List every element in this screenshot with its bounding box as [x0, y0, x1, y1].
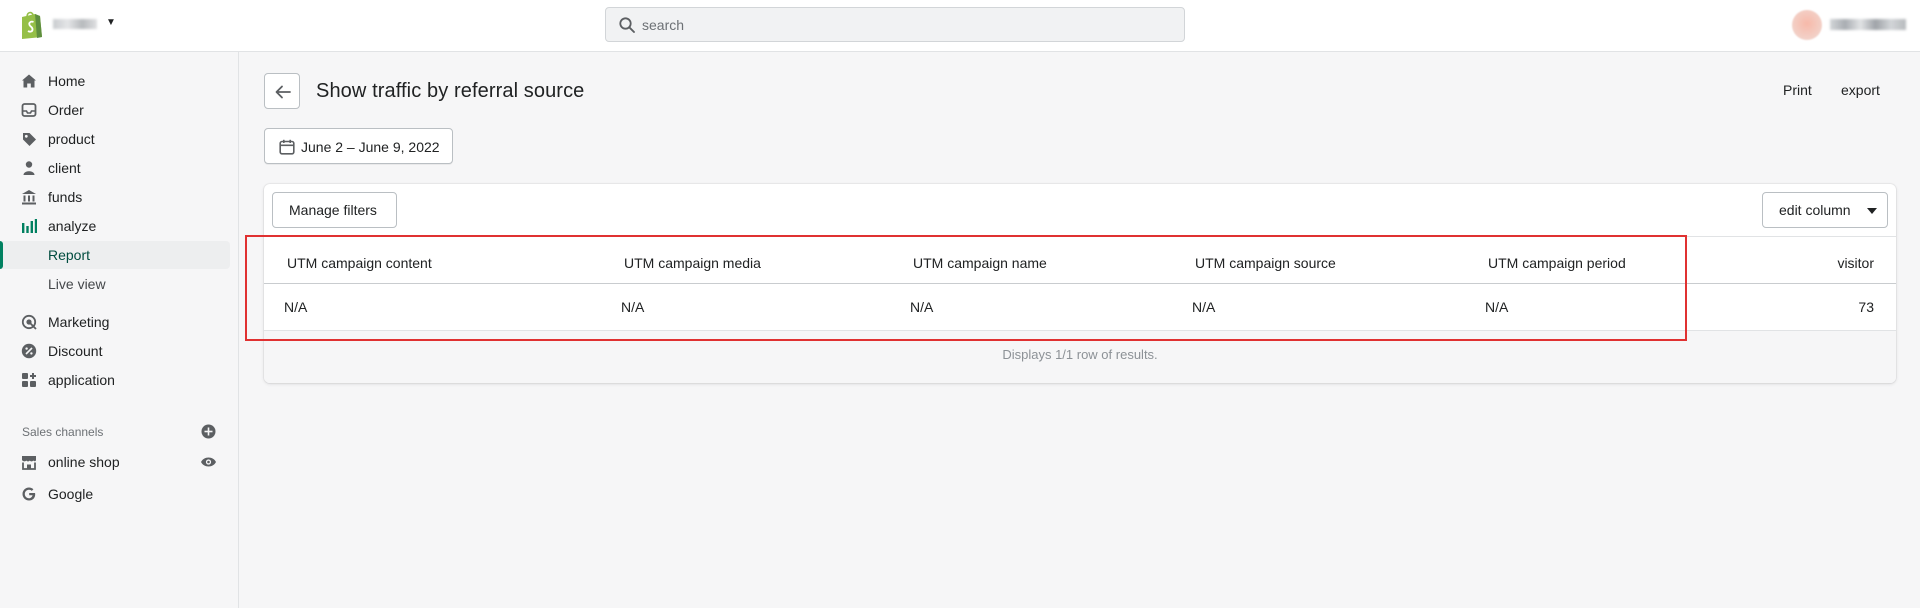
divider	[264, 283, 1896, 284]
bar-chart-icon	[22, 219, 37, 233]
column-header-utm-name[interactable]: UTM campaign name	[913, 255, 1047, 271]
date-range-label: June 2 – June 9, 2022	[301, 139, 440, 155]
google-icon	[22, 487, 36, 501]
table-cell: N/A	[910, 299, 934, 315]
add-channel-icon[interactable]	[201, 424, 216, 439]
table-cell: N/A	[1192, 299, 1216, 315]
sales-channels-title: Sales channels	[22, 425, 104, 439]
top-bar: ▼ search	[0, 0, 1920, 52]
user-name[interactable]	[1830, 19, 1906, 30]
avatar[interactable]	[1792, 10, 1822, 40]
table-cell: N/A	[1485, 299, 1509, 315]
sidebar-item-label: Report	[48, 247, 91, 263]
export-button[interactable]: export	[1841, 82, 1880, 98]
sidebar-item-home[interactable]: Home	[0, 67, 239, 95]
sidebar-item-label: Marketing	[48, 314, 110, 330]
inbox-icon	[21, 103, 37, 117]
sidebar-item-order[interactable]: Order	[0, 96, 239, 124]
tag-icon	[23, 133, 36, 146]
store-dropdown-icon[interactable]: ▼	[106, 17, 116, 28]
search-input[interactable]: search	[605, 7, 1185, 42]
sidebar-item-google[interactable]: Google	[0, 480, 239, 508]
sidebar-item-label: product	[48, 131, 95, 147]
sidebar: Home Order product client funds analyze …	[0, 52, 239, 608]
edit-column-label: edit column	[1779, 202, 1851, 218]
print-button[interactable]: Print	[1783, 82, 1812, 98]
home-icon	[22, 74, 36, 88]
column-header-utm-content[interactable]: UTM campaign content	[287, 255, 432, 271]
divider	[264, 236, 1896, 237]
sidebar-item-label: application	[48, 372, 115, 388]
sidebar-item-label: Discount	[48, 343, 103, 359]
sidebar-item-label: client	[48, 160, 81, 176]
sidebar-item-label: online shop	[48, 454, 120, 470]
discount-icon	[21, 343, 37, 359]
column-header-utm-period[interactable]: UTM campaign period	[1488, 255, 1626, 271]
target-icon	[21, 314, 37, 330]
report-card: Manage filters edit column UTM campaign …	[264, 184, 1896, 383]
sidebar-item-live-view[interactable]: Live view	[0, 270, 239, 298]
person-icon	[23, 161, 35, 175]
back-button[interactable]	[264, 73, 300, 109]
table-cell: 73	[1858, 299, 1874, 315]
column-header-utm-source[interactable]: UTM campaign source	[1195, 255, 1336, 271]
sidebar-item-label: funds	[48, 189, 83, 205]
sidebar-item-funds[interactable]: funds	[0, 183, 239, 211]
arrow-left-icon	[275, 85, 291, 99]
page-title: Show traffic by referral source	[316, 80, 585, 102]
column-header-visitor[interactable]: visitor	[1837, 255, 1874, 271]
sidebar-item-client[interactable]: client	[0, 154, 239, 182]
shopify-logo[interactable]	[18, 10, 44, 40]
table-cell: N/A	[284, 299, 308, 315]
date-range-picker[interactable]: June 2 – June 9, 2022	[264, 128, 453, 164]
bank-icon	[22, 190, 36, 205]
search-placeholder: search	[642, 17, 685, 33]
sidebar-item-report[interactable]: Report	[0, 241, 230, 269]
column-header-utm-media[interactable]: UTM campaign media	[624, 255, 761, 271]
apps-icon	[22, 373, 36, 387]
table-footer: Displays 1/1 row of results.	[264, 330, 1896, 383]
sidebar-item-label: Live view	[48, 276, 106, 292]
manage-filters-label: Manage filters	[289, 202, 377, 218]
sidebar-item-label: analyze	[48, 218, 97, 234]
calendar-icon	[279, 139, 295, 155]
store-icon	[22, 456, 36, 470]
results-count: Displays 1/1 row of results.	[1002, 347, 1158, 362]
eye-icon[interactable]	[200, 455, 217, 469]
search-icon	[619, 17, 635, 33]
store-name[interactable]	[53, 19, 97, 29]
caret-down-icon	[1867, 208, 1877, 214]
table-cell: N/A	[621, 299, 645, 315]
sidebar-item-label: Home	[48, 73, 86, 89]
sidebar-item-label: Order	[48, 102, 84, 118]
sidebar-item-marketing[interactable]: Marketing	[0, 308, 239, 336]
sidebar-item-label: Google	[48, 486, 94, 502]
sidebar-item-online-shop[interactable]: online shop	[0, 448, 239, 476]
sidebar-item-discount[interactable]: Discount	[0, 337, 239, 365]
sidebar-item-analyze[interactable]: analyze	[0, 212, 239, 240]
sidebar-item-product[interactable]: product	[0, 125, 239, 153]
sidebar-item-application[interactable]: application	[0, 366, 239, 394]
manage-filters-button[interactable]: Manage filters	[272, 192, 397, 228]
edit-column-button[interactable]: edit column	[1762, 192, 1888, 228]
